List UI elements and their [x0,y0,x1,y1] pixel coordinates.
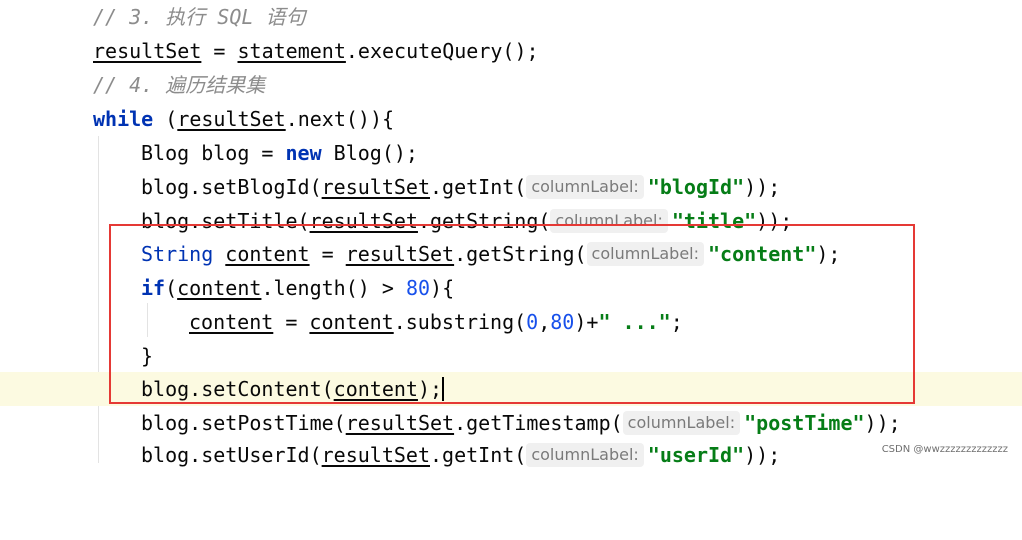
identifier-resultset: resultSet [93,39,202,63]
watermark: CSDN @wwzzzzzzzzzzzzz [881,444,1008,455]
string-literal: "userId" [647,443,745,467]
string-literal: "blogId" [647,175,745,199]
method-call: .executeQuery(); [345,39,539,63]
code-line-execute-query[interactable]: resultSet = statement.executeQuery(); [0,34,1022,68]
code-line-set-post-time[interactable]: blog.setPostTime(resultSet.getTimestamp(… [0,406,1022,440]
assign-operator: = [201,39,238,63]
code-line-comment-4[interactable]: // 4. 遍历结果集 [0,68,1022,102]
method-call: .next()){ [285,107,395,131]
comment-text: // 4. 遍历结果集 [93,73,266,97]
code-line-new-blog[interactable]: Blog blog = new Blog(); [0,136,1022,170]
comment-text: // 3. 执行 SQL 语句 [93,5,306,29]
identifier-resultset: resultSet [177,107,286,131]
code-line-comment-3[interactable]: // 3. 执行 SQL 语句 [0,0,1022,34]
parameter-hint: columnLabel: [526,174,644,199]
keyword-new: new [285,141,322,165]
keyword-while: while [93,107,154,131]
identifier-statement: statement [237,39,346,63]
code-line-set-blog-id[interactable]: blog.setBlogId(resultSet.getInt(columnLa… [0,170,1022,204]
code-line-while[interactable]: while (resultSet.next()){ [0,102,1022,136]
identifier-resultset: resultSet [345,411,455,435]
identifier-resultset: resultSet [321,443,430,467]
annotation-highlight-box [109,224,915,404]
code-line-set-user-id[interactable]: blog.setUserId(resultSet.getInt(columnLa… [0,438,1022,472]
identifier-resultset: resultSet [321,175,430,199]
string-literal: "postTime" [744,411,865,435]
parameter-hint: columnLabel: [622,410,741,435]
